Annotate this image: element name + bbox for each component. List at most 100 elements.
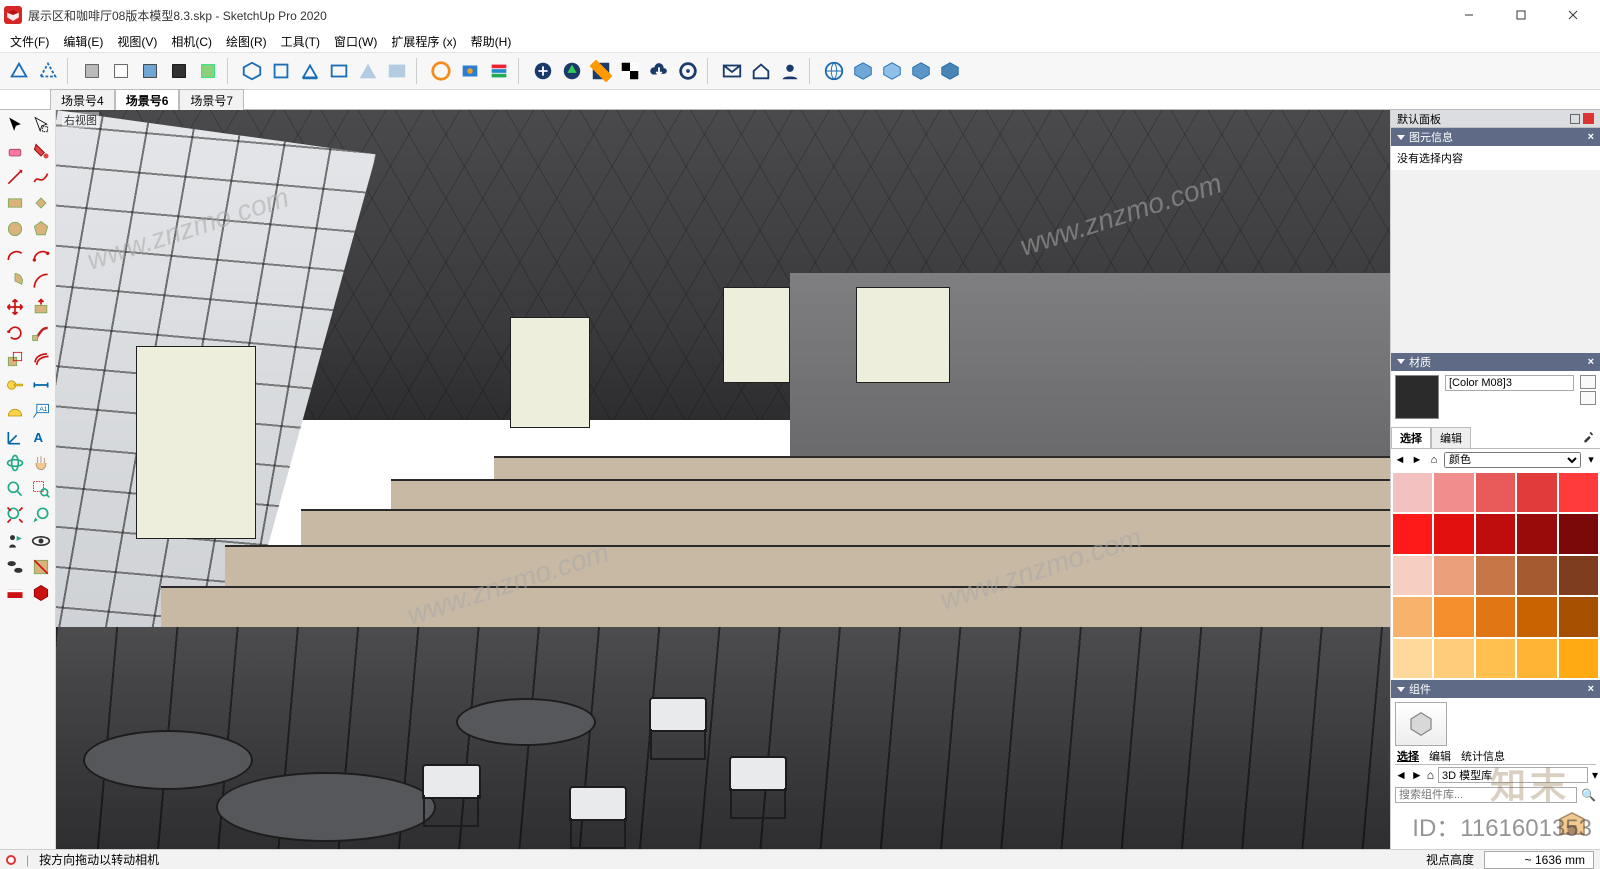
panel-close-icon[interactable]: × [1588,131,1594,143]
tape-tool-icon[interactable] [2,372,27,397]
material-swatch[interactable] [1393,597,1432,636]
arc3-tool-icon[interactable] [28,268,53,293]
move-tool-icon[interactable] [2,294,27,319]
freehand-tool-icon[interactable] [28,164,53,189]
material-swatch[interactable] [1434,473,1473,512]
material-swatch[interactable] [1517,514,1556,553]
pie-tool-icon[interactable] [2,268,27,293]
rotated-rect-tool-icon[interactable] [28,190,53,215]
tray-close-icon[interactable] [1583,113,1594,124]
material-nav-fwd-icon[interactable]: ► [1410,453,1424,467]
material-swatch[interactable] [1476,597,1515,636]
menu-help[interactable]: 帮助(H) [465,31,518,52]
3dtext-tool-icon[interactable]: A [28,424,53,449]
orbit-tool-icon[interactable] [2,450,27,475]
material-swatch[interactable] [1559,514,1598,553]
material-swatch[interactable] [1476,473,1515,512]
position-camera-tool-icon[interactable] [2,528,27,553]
view-top-icon[interactable] [268,58,294,84]
view-iso-icon[interactable] [239,58,265,84]
menu-camera[interactable]: 相机(C) [165,31,218,52]
tray-titlebar[interactable]: 默认面板 [1391,110,1600,128]
window-maximize-button[interactable] [1498,0,1544,30]
ext-add-icon[interactable] [530,58,556,84]
ext-solid-icon[interactable] [28,580,53,605]
axes-tool-icon[interactable] [2,424,27,449]
panel-close-icon[interactable]: × [1588,356,1594,368]
ext-box4-icon[interactable] [937,58,963,84]
measurement-value[interactable]: ~ 1636 mm [1484,851,1594,869]
menu-file[interactable]: 文件(F) [4,31,55,52]
zoom-extents-tool-icon[interactable] [2,502,27,527]
ext-box3-icon[interactable] [908,58,934,84]
panel-close-icon[interactable]: × [1588,683,1594,695]
menu-extensions[interactable]: 扩展程序 (x) [385,31,462,52]
style-mono-icon[interactable] [108,58,134,84]
view-right-icon[interactable] [326,58,352,84]
material-swatch[interactable] [1476,514,1515,553]
offset-tool-icon[interactable] [28,346,53,371]
style-tex-icon[interactable] [166,58,192,84]
material-swatch[interactable] [1517,556,1556,595]
components-tab-select[interactable]: 选择 [1397,748,1419,764]
material-home-icon[interactable]: ⌂ [1427,453,1441,467]
material-swatch[interactable] [1393,556,1432,595]
material-nav-back-icon[interactable]: ◄ [1393,453,1407,467]
style-xray-icon[interactable] [195,58,221,84]
prev-view-tool-icon[interactable] [28,502,53,527]
material-swatch[interactable] [1559,597,1598,636]
tray-pin-icon[interactable] [1570,114,1580,124]
material-swatch[interactable] [1559,556,1598,595]
material-default-icon[interactable] [1580,391,1596,405]
ext-home-icon[interactable] [748,58,774,84]
materials-tab-edit[interactable]: 编辑 [1431,427,1471,448]
material-swatch[interactable] [1517,473,1556,512]
material-library-select[interactable]: 颜色 [1444,452,1581,468]
scene-tab-7[interactable]: 场景号7 [179,89,244,110]
material-swatch[interactable] [1393,473,1432,512]
material-create-icon[interactable] [1580,375,1596,389]
menu-tools[interactable]: 工具(T) [275,31,326,52]
material-swatch[interactable] [1517,597,1556,636]
comp-menu-icon[interactable]: ▾ [1592,768,1598,782]
ext-box1-icon[interactable] [850,58,876,84]
ext-globe-icon[interactable] [821,58,847,84]
material-swatch[interactable] [1476,639,1515,678]
ext-box2-icon[interactable] [879,58,905,84]
ext-user-icon[interactable] [777,58,803,84]
current-material-swatch[interactable] [1395,375,1439,419]
style-wire-icon[interactable] [6,58,32,84]
ext-layers-icon[interactable] [486,58,512,84]
materials-tab-select[interactable]: 选择 [1391,427,1431,448]
style-hidden-icon[interactable] [35,58,61,84]
rectangle-tool-icon[interactable] [2,190,27,215]
walk-tool-icon[interactable] [2,554,27,579]
circle-tool-icon[interactable] [2,216,27,241]
material-swatch[interactable] [1559,639,1598,678]
material-swatch[interactable] [1393,514,1432,553]
window-minimize-button[interactable] [1446,0,1492,30]
lasso-tool-icon[interactable] [28,112,53,137]
material-name-input[interactable] [1445,375,1574,391]
menu-edit[interactable]: 编辑(E) [57,31,109,52]
ext-mail-icon[interactable] [719,58,745,84]
look-around-tool-icon[interactable] [28,528,53,553]
arc2-tool-icon[interactable] [28,242,53,267]
arc-tool-icon[interactable] [2,242,27,267]
scale-tool-icon[interactable] [2,346,27,371]
ext-cloud-icon[interactable] [646,58,672,84]
search-icon[interactable]: 🔍 [1581,788,1596,802]
material-eyedropper-icon[interactable] [1578,427,1600,448]
ext-enscape-icon[interactable] [428,58,454,84]
dimension-tool-icon[interactable] [28,372,53,397]
material-menu-icon[interactable]: ▾ [1584,453,1598,467]
style-shaded-tex-icon[interactable] [137,58,163,84]
material-swatch[interactable] [1476,556,1515,595]
line-tool-icon[interactable] [2,164,27,189]
zoom-window-tool-icon[interactable] [28,476,53,501]
zoom-tool-icon[interactable] [2,476,27,501]
material-swatch[interactable] [1559,473,1598,512]
menu-view[interactable]: 视图(V) [111,31,163,52]
polygon-tool-icon[interactable] [28,216,53,241]
ext-tree-icon[interactable] [559,58,585,84]
